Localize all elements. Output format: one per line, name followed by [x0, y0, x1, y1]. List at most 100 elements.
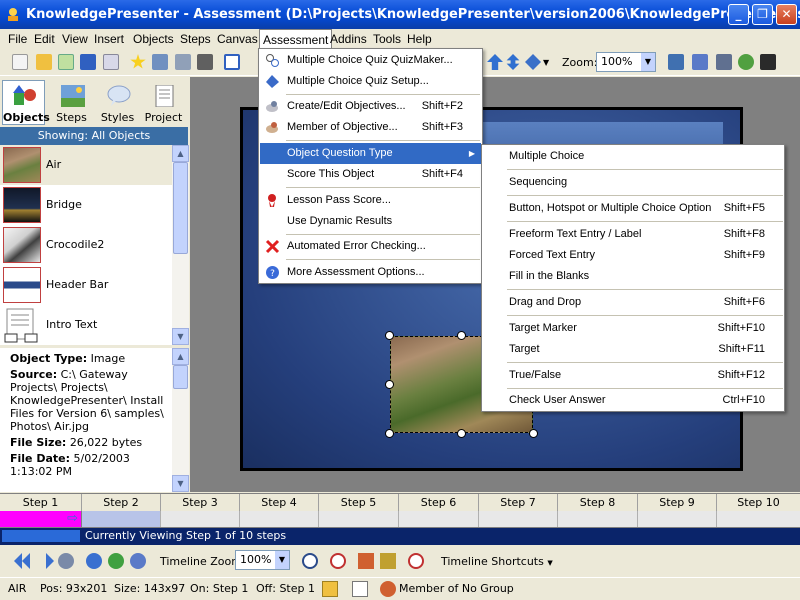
new-file-icon[interactable] — [12, 54, 28, 70]
step-header-8[interactable]: Step 8 — [558, 494, 638, 512]
menu-item-lesson-pass-score[interactable]: Lesson Pass Score... — [260, 190, 481, 211]
next-step-icon[interactable] — [46, 553, 54, 569]
stopwatch-icon[interactable] — [302, 553, 318, 569]
resize-handle[interactable] — [529, 429, 538, 438]
camera-icon[interactable] — [197, 54, 213, 70]
menu-item-object-question-type[interactable]: Object Question Type ▶ — [260, 143, 481, 164]
menu-help[interactable]: Help — [407, 32, 432, 46]
diamond-icon[interactable] — [525, 54, 541, 70]
menu-assessment[interactable]: Assessment — [259, 29, 333, 49]
table-icon[interactable] — [380, 553, 396, 569]
timeline-cell[interactable] — [479, 511, 558, 527]
scroll-thumb[interactable] — [173, 162, 188, 254]
step-header-7[interactable]: Step 7 — [479, 494, 558, 512]
timeline-cell[interactable] — [638, 511, 717, 527]
list-item[interactable]: Crocodile2 — [0, 225, 172, 265]
properties-scrollbar[interactable]: ▲ ▼ — [172, 348, 189, 492]
close-button[interactable]: ✕ — [776, 4, 797, 25]
menu-item-score-object[interactable]: Score This Object Shift+F4 — [260, 164, 481, 185]
menu-item-member-objective[interactable]: Member of Objective... Shift+F3 — [260, 117, 481, 138]
timeline-track[interactable]: ⇨ — [0, 511, 800, 528]
clock-icon[interactable] — [130, 553, 146, 569]
menu-item-quiz-setup[interactable]: Multiple Choice Quiz Setup... — [260, 71, 481, 92]
save-icon[interactable] — [80, 54, 96, 70]
step-header-5[interactable]: Step 5 — [319, 494, 399, 512]
resize-handle[interactable] — [385, 331, 394, 340]
menu-file[interactable]: File — [8, 32, 27, 46]
menu-item-quizmaker[interactable]: Multiple Choice Quiz QuizMaker... — [260, 50, 481, 71]
step-header-2[interactable]: Step 2 — [82, 494, 161, 512]
monitor-icon[interactable] — [668, 54, 684, 70]
object-list-scrollbar[interactable]: ▲ ▼ — [172, 145, 189, 345]
open-folder-icon[interactable] — [36, 54, 52, 70]
window-icon[interactable] — [224, 54, 240, 70]
menu-steps[interactable]: Steps — [180, 32, 211, 46]
menu-insert[interactable]: Insert — [94, 32, 124, 46]
rewind-icon[interactable] — [22, 553, 30, 569]
menu-tools[interactable]: Tools — [373, 32, 401, 46]
paste-icon[interactable] — [352, 581, 368, 597]
submenu-item-fill-blanks[interactable]: Fill in the Blanks — [483, 266, 783, 287]
print-preview-icon[interactable] — [103, 54, 119, 70]
menu-item-error-checking[interactable]: Automated Error Checking... — [260, 236, 481, 257]
edit-icon[interactable] — [58, 54, 74, 70]
timer-icon[interactable] — [408, 553, 424, 569]
resize-handle[interactable] — [385, 380, 394, 389]
timeline-cell[interactable] — [399, 511, 479, 527]
object-icon[interactable] — [175, 54, 191, 70]
submenu-item-target[interactable]: Target Shift+F11 — [483, 339, 783, 360]
submenu-item-button-hotspot[interactable]: Button, Hotspot or Multiple Choice Optio… — [483, 198, 783, 219]
group-icon[interactable] — [380, 581, 396, 597]
menu-item-dynamic-results[interactable]: Use Dynamic Results — [260, 211, 481, 232]
tab-steps[interactable]: Steps — [50, 80, 93, 125]
menu-addins[interactable]: Addins — [330, 32, 367, 46]
web-icon[interactable] — [738, 54, 754, 70]
submenu-item-check-answer[interactable]: Check User Answer Ctrl+F10 — [483, 390, 783, 411]
zoom-dropdown-icon[interactable]: ▼ — [641, 53, 655, 71]
alarm-icon[interactable] — [330, 553, 346, 569]
resize-handle[interactable] — [457, 331, 466, 340]
menu-canvas[interactable]: Canvas — [217, 32, 258, 46]
list-item[interactable]: Intro Text — [0, 305, 172, 345]
star-icon[interactable] — [130, 54, 146, 69]
menu-objects[interactable]: Objects — [133, 32, 174, 46]
preview-icon[interactable] — [692, 54, 708, 70]
submenu-item-multiple-choice[interactable]: Multiple Choice — [483, 146, 783, 167]
scroll-down-icon[interactable]: ▼ — [172, 328, 189, 345]
list-item[interactable]: Header Bar — [0, 265, 172, 305]
publish-icon[interactable] — [716, 54, 732, 70]
image-icon[interactable] — [152, 54, 168, 70]
list-item[interactable]: Bridge — [0, 185, 172, 225]
resize-handle[interactable] — [457, 429, 466, 438]
timeline-cell[interactable] — [240, 511, 319, 527]
timeline-zoom-select[interactable]: 100% ▼ — [235, 550, 290, 570]
resize-handle[interactable] — [385, 429, 394, 438]
scroll-up-icon[interactable]: ▲ — [172, 145, 189, 162]
menu-edit[interactable]: Edit — [34, 32, 55, 46]
diamond-dropdown-icon[interactable]: ▼ — [543, 58, 549, 67]
maximize-button[interactable]: ❐ — [752, 4, 773, 25]
find-icon[interactable] — [58, 553, 74, 569]
timeline-cell[interactable] — [82, 511, 161, 527]
submenu-item-drag-drop[interactable]: Drag and Drop Shift+F6 — [483, 292, 783, 313]
submenu-item-target-marker[interactable]: Target Marker Shift+F10 — [483, 318, 783, 339]
menu-view[interactable]: View — [62, 32, 88, 46]
step-header-6[interactable]: Step 6 — [399, 494, 479, 512]
list-item[interactable]: Air — [0, 145, 172, 185]
timeline-zoom-dropdown-icon[interactable]: ▼ — [275, 551, 289, 569]
menu-item-more-options[interactable]: ? More Assessment Options... — [260, 262, 481, 283]
submenu-item-sequencing[interactable]: Sequencing — [483, 172, 783, 193]
submenu-item-forced-text[interactable]: Forced Text Entry Shift+F9 — [483, 245, 783, 266]
scope-icon[interactable] — [760, 54, 776, 70]
step-header-10[interactable]: Step 10 — [717, 494, 800, 512]
grid-icon[interactable] — [358, 553, 374, 569]
timeline-cell[interactable] — [319, 511, 399, 527]
step-header-3[interactable]: Step 3 — [161, 494, 240, 512]
zoom-select[interactable]: 100% ▼ — [596, 52, 656, 72]
scroll-up-icon[interactable]: ▲ — [172, 348, 189, 365]
copy-icon[interactable] — [322, 581, 338, 597]
tab-objects[interactable]: Objects — [2, 80, 50, 125]
scroll-down-icon[interactable]: ▼ — [172, 475, 189, 492]
timeline-cell[interactable] — [558, 511, 638, 527]
step-header-4[interactable]: Step 4 — [240, 494, 319, 512]
